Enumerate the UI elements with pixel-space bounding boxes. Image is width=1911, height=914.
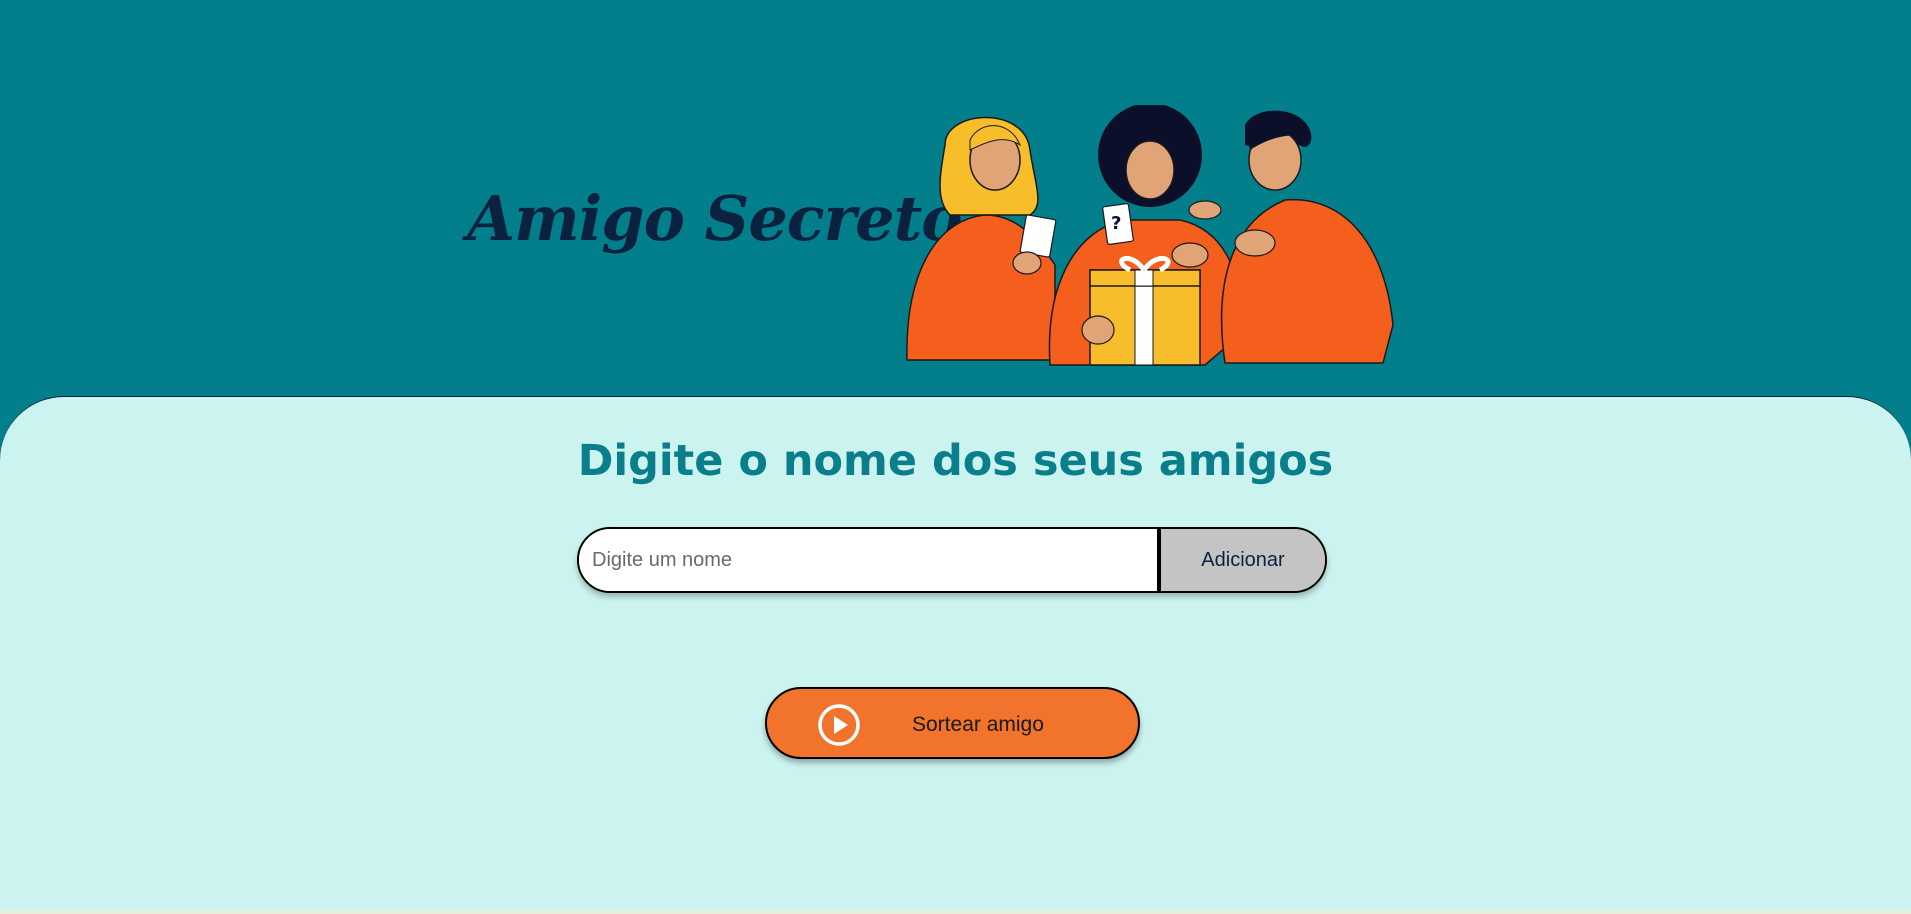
section-title: Digite o nome dos seus amigos	[577, 436, 1334, 486]
bottom-divider	[0, 910, 1911, 914]
svg-text:?: ?	[1111, 213, 1121, 234]
add-friend-form: Adicionar	[577, 527, 1327, 593]
draw-friend-button[interactable]: Sortear amigo	[765, 687, 1140, 759]
app-title: Amigo Secreto	[467, 182, 963, 255]
friends-gift-illustration: ?	[906, 105, 1394, 366]
draw-button-label: Sortear amigo	[912, 713, 1044, 736]
add-button[interactable]: Adicionar	[1157, 529, 1325, 591]
friend-name-input[interactable]	[579, 529, 1157, 591]
play-circle-icon	[818, 704, 860, 746]
woman-figure	[906, 116, 1057, 361]
header: Amigo Secreto ?	[0, 0, 1911, 400]
center-figure: ?	[1048, 105, 1242, 366]
